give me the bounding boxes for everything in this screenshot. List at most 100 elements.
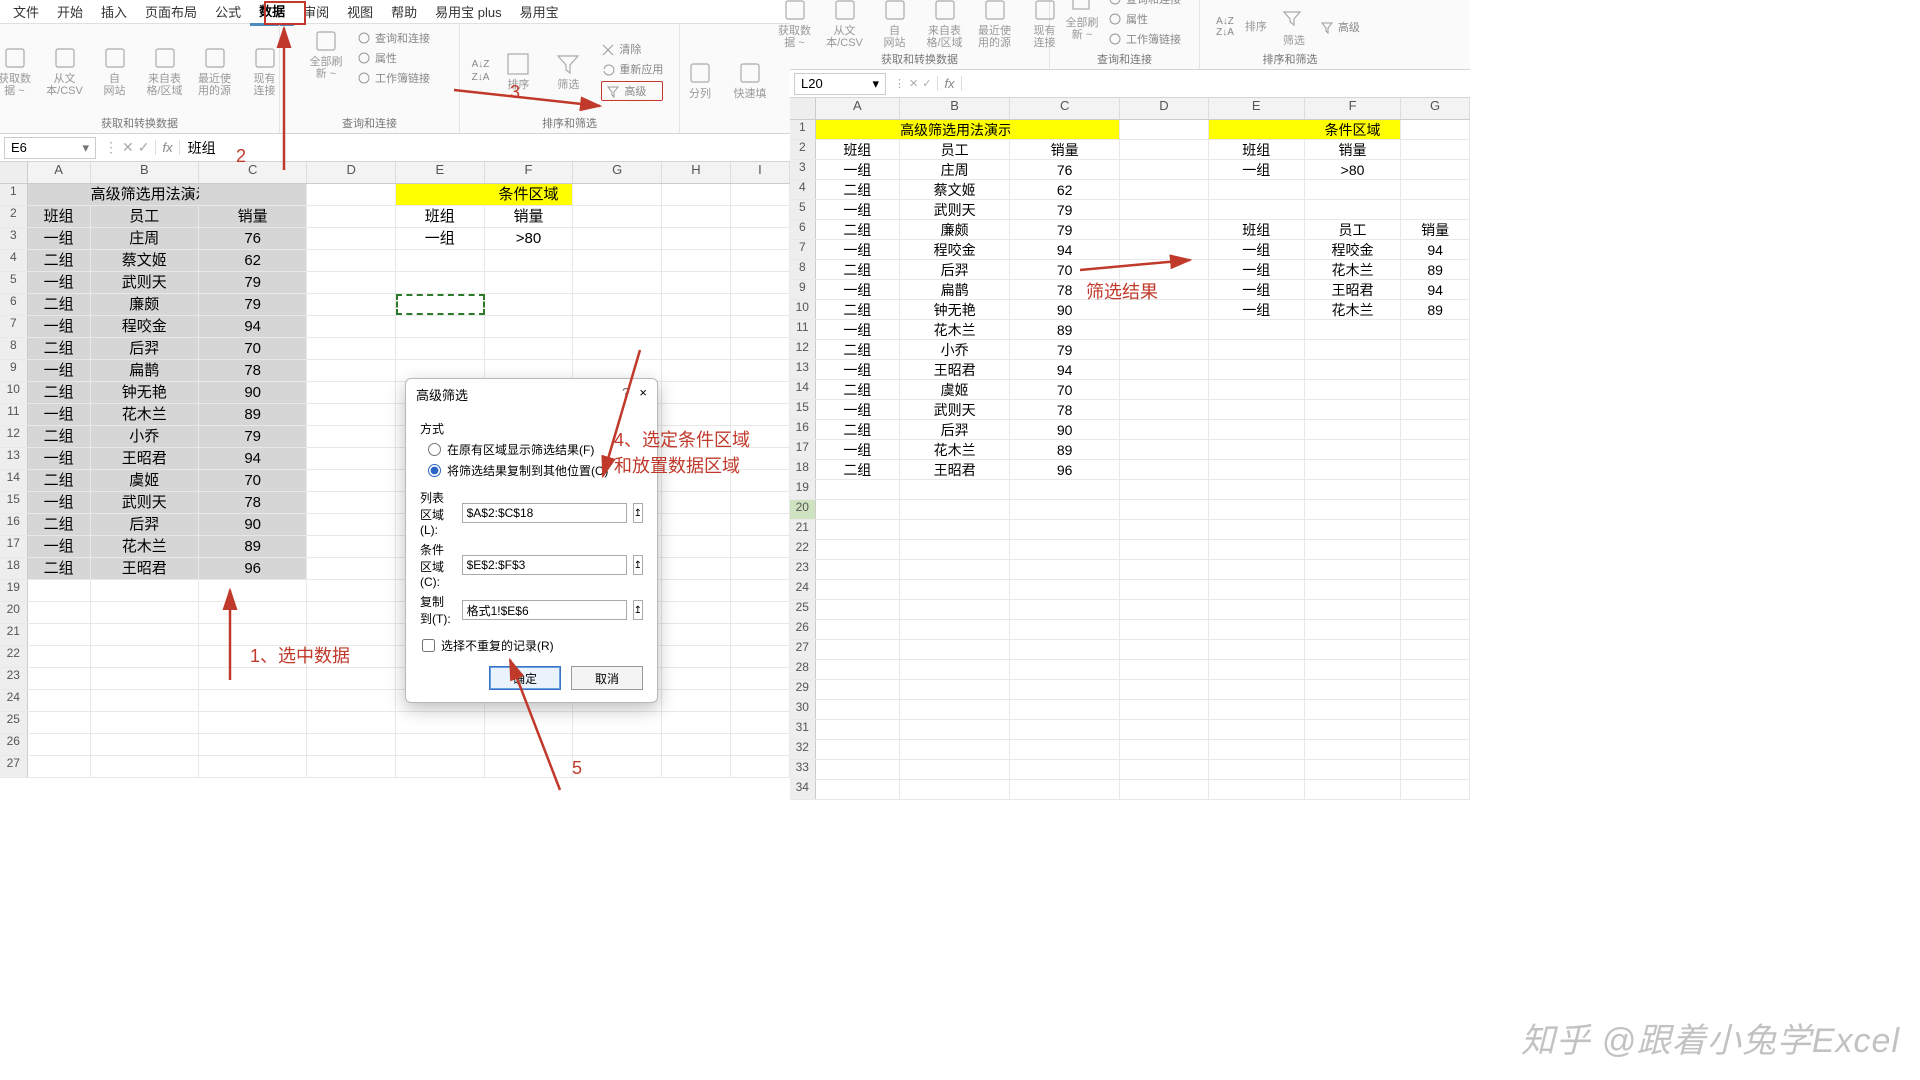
row-header[interactable]: 8	[790, 260, 816, 279]
table-row[interactable]: 10二组钟无艳90	[0, 382, 790, 404]
cell[interactable]	[1120, 340, 1208, 359]
col-header[interactable]: E	[396, 162, 485, 183]
cell[interactable]	[199, 624, 307, 645]
cell[interactable]	[1401, 660, 1470, 679]
cell[interactable]	[307, 470, 396, 491]
cell[interactable]	[1401, 620, 1470, 639]
row-header[interactable]: 31	[790, 720, 816, 739]
cell[interactable]: 二组	[28, 426, 91, 447]
cell[interactable]: 销量	[1401, 220, 1470, 239]
reapply-filter[interactable]: 重新应用	[601, 61, 663, 77]
table-row[interactable]: 8二组后羿70	[0, 338, 790, 360]
cell[interactable]: 94	[1401, 240, 1470, 259]
cell[interactable]	[1209, 620, 1305, 639]
cell[interactable]: 花木兰	[900, 440, 1010, 459]
cell[interactable]	[731, 756, 790, 777]
cell[interactable]	[1010, 500, 1120, 519]
ok-button[interactable]: 确定	[489, 666, 561, 690]
menu-tab[interactable]: 易用宝 plus	[426, 0, 510, 24]
filter-button[interactable]: 筛选	[1278, 7, 1310, 47]
cell[interactable]	[1010, 120, 1120, 139]
cell[interactable]	[1120, 160, 1208, 179]
cell[interactable]	[199, 668, 307, 689]
cell[interactable]: 王昭君	[900, 360, 1010, 379]
cell[interactable]	[307, 294, 396, 315]
cell[interactable]	[1010, 580, 1120, 599]
cell[interactable]	[573, 338, 662, 359]
cell[interactable]	[1120, 580, 1208, 599]
table-row[interactable]: 9一组扁鹊78一组王昭君94	[790, 280, 1470, 300]
cell[interactable]	[1010, 720, 1120, 739]
cell[interactable]	[307, 206, 396, 227]
row-header[interactable]: 30	[790, 700, 816, 719]
cell[interactable]	[199, 646, 307, 667]
row-header[interactable]: 6	[0, 294, 28, 315]
cell[interactable]	[731, 316, 790, 337]
table-row[interactable]: 23	[0, 668, 790, 690]
cell[interactable]	[731, 250, 790, 271]
cell[interactable]	[662, 668, 731, 689]
cell[interactable]	[307, 426, 396, 447]
cell[interactable]	[307, 404, 396, 425]
cell[interactable]	[91, 712, 199, 733]
cell[interactable]	[396, 184, 485, 205]
cell[interactable]: 78	[1010, 400, 1120, 419]
cell[interactable]	[1305, 760, 1401, 779]
radio-copy[interactable]: 将筛选结果复制到其他位置(O)	[428, 462, 643, 479]
cell[interactable]	[1209, 460, 1305, 479]
menu-tab[interactable]: 帮助	[382, 0, 426, 24]
cell[interactable]	[1209, 120, 1305, 139]
cell[interactable]	[1010, 540, 1120, 559]
table-row[interactable]: 7一组程咬金94一组程咬金94	[790, 240, 1470, 260]
cell[interactable]: 扁鹊	[91, 360, 199, 381]
row-header[interactable]: 33	[790, 760, 816, 779]
cell[interactable]	[28, 690, 91, 711]
cell[interactable]	[816, 780, 901, 799]
row-header[interactable]: 32	[790, 740, 816, 759]
cell[interactable]	[199, 734, 307, 755]
row-header[interactable]: 3	[790, 160, 816, 179]
cell[interactable]: 二组	[816, 380, 901, 399]
row-header[interactable]: 10	[790, 300, 816, 319]
cell[interactable]	[900, 720, 1010, 739]
formula-input[interactable]: 班组	[182, 138, 790, 158]
cell[interactable]: 一组	[28, 272, 91, 293]
cell[interactable]	[396, 316, 485, 337]
cell[interactable]	[662, 624, 731, 645]
cell[interactable]: 79	[199, 426, 307, 447]
cell[interactable]: 销量	[199, 206, 307, 227]
cell[interactable]: 条件区域	[485, 184, 574, 205]
table-row[interactable]: 13一组王昭君94	[0, 448, 790, 470]
cell[interactable]	[1401, 360, 1470, 379]
name-box[interactable]: L20▾	[794, 73, 886, 95]
cell[interactable]	[1401, 160, 1470, 179]
cell[interactable]	[1010, 780, 1120, 799]
cell[interactable]	[307, 316, 396, 337]
cell[interactable]	[731, 382, 790, 403]
table-row[interactable]: 5一组武则天79	[790, 200, 1470, 220]
cell[interactable]: 钟无艳	[900, 300, 1010, 319]
cell[interactable]	[1305, 180, 1401, 199]
cell[interactable]: 王昭君	[91, 448, 199, 469]
cell[interactable]: 78	[199, 360, 307, 381]
cell[interactable]	[731, 624, 790, 645]
cell[interactable]: 76	[1010, 160, 1120, 179]
col-header[interactable]: A	[28, 162, 91, 183]
cell[interactable]	[1209, 200, 1305, 219]
table-row[interactable]: 1高级筛选用法演示条件区域	[0, 184, 790, 206]
col-header[interactable]: C	[199, 162, 307, 183]
cell[interactable]	[1209, 320, 1305, 339]
cell[interactable]: 高级筛选用法演示	[900, 120, 1010, 139]
range-picker-icon[interactable]: ↥	[633, 600, 643, 620]
cell[interactable]	[573, 228, 662, 249]
cell[interactable]: 员工	[1305, 220, 1401, 239]
row-header[interactable]: 8	[0, 338, 28, 359]
cell[interactable]	[1010, 560, 1120, 579]
cell[interactable]	[731, 492, 790, 513]
row-header[interactable]: 22	[790, 540, 816, 559]
cell[interactable]: 二组	[816, 260, 901, 279]
cell[interactable]	[816, 540, 901, 559]
cell[interactable]	[731, 360, 790, 381]
cell[interactable]	[662, 536, 731, 557]
cell[interactable]	[1010, 660, 1120, 679]
